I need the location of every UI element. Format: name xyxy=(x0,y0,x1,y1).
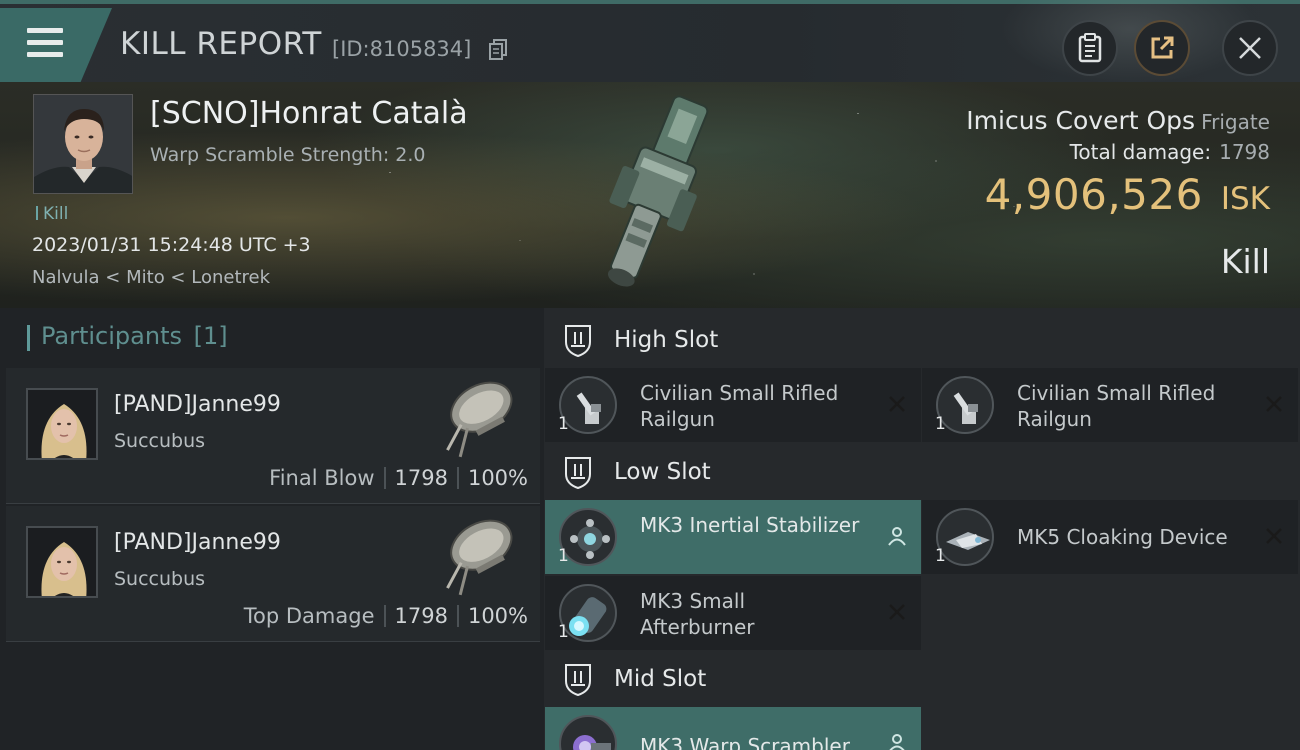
fitted-module[interactable]: 1 Civilian Small Rifled Railgun xyxy=(545,368,921,442)
destroyed-x-icon xyxy=(1266,396,1282,412)
kill-tag: Kill xyxy=(36,204,68,224)
module-quantity: 1 xyxy=(558,622,569,642)
slot-icon xyxy=(565,457,591,490)
kill-datetime: 2023/01/31 15:24:48 UTC +3 xyxy=(32,234,311,256)
high-slot-header: High Slot xyxy=(560,320,718,360)
participant-ship-image[interactable] xyxy=(430,510,526,602)
total-damage-label: Total damage: xyxy=(1069,140,1212,164)
victim-ship-class: Frigate xyxy=(1201,110,1270,134)
destroyed-x-icon xyxy=(889,604,905,620)
title-bar: KILL REPORT [ID:8105834] xyxy=(0,0,1300,84)
copy-icon[interactable] xyxy=(488,38,508,60)
module-name: MK5 Cloaking Device xyxy=(1017,525,1228,549)
participant-avatar xyxy=(26,388,98,460)
clipboard-icon xyxy=(1078,33,1102,63)
participant-percent: 100% xyxy=(467,466,528,490)
destroyed-x-icon xyxy=(889,396,905,412)
menu-button[interactable] xyxy=(0,8,112,82)
destroyed-x-icon xyxy=(1266,528,1282,544)
page-title: KILL REPORT xyxy=(120,26,322,62)
high-slot-label: High Slot xyxy=(614,327,719,353)
participants-header[interactable]: Participants [1] xyxy=(27,322,228,351)
low-slot-label: Low Slot xyxy=(614,459,711,485)
participant-damage: 1798 xyxy=(394,466,448,490)
module-name: MK3 Small Afterburner xyxy=(640,589,755,639)
participant-role: Final Blow xyxy=(269,466,375,490)
participant-name[interactable]: [PAND]Janne99 xyxy=(114,392,281,417)
module-quantity: 1 xyxy=(935,546,946,566)
close-icon xyxy=(1239,37,1261,59)
divider xyxy=(383,467,386,489)
low-slot-header: Low Slot xyxy=(560,452,711,492)
divider xyxy=(456,605,459,627)
report-button[interactable] xyxy=(1062,20,1118,76)
isk-unit: ISK xyxy=(1220,181,1270,217)
module-name: Civilian Small Rifled Railgun xyxy=(640,381,839,431)
participant-ship: Succubus xyxy=(114,430,206,452)
participant-stats: Top Damage 1798 100% xyxy=(244,604,528,628)
isk-amount: 4,906,526 xyxy=(984,170,1203,219)
share-icon xyxy=(1151,36,1174,59)
warp-scramble-strength: Warp Scramble Strength: 2.0 xyxy=(150,144,426,166)
share-button[interactable] xyxy=(1134,20,1190,76)
participant-damage: 1798 xyxy=(394,604,448,628)
participant-avatar xyxy=(26,526,98,598)
victim-portrait[interactable] xyxy=(33,94,133,194)
victim-panel: [SCNO]Honrat Català Warp Scramble Streng… xyxy=(0,82,1300,308)
victim-ship[interactable]: Imicus Covert Ops Frigate xyxy=(966,106,1270,135)
divider xyxy=(456,467,459,489)
participant-ship-image[interactable] xyxy=(430,372,526,464)
participant-row[interactable]: [PAND]Janne99 Succubus Top Damage 1798 100… xyxy=(6,506,540,642)
fitted-module[interactable]: 1 MK5 Cloaking Device xyxy=(922,500,1298,574)
fitted-module[interactable]: MK3 Warp Scrambler xyxy=(545,707,921,750)
fitted-module[interactable]: 1 MK3 Small Afterburner xyxy=(545,576,921,650)
participant-percent: 100% xyxy=(467,604,528,628)
mid-slot-label: Mid Slot xyxy=(614,666,707,692)
divider xyxy=(383,605,386,627)
result-label: Kill xyxy=(1220,242,1270,281)
total-damage-value: 1798 xyxy=(1219,140,1270,164)
participant-row[interactable]: [PAND]Janne99 Succubus Final Blow 1798 100… xyxy=(6,368,540,504)
participant-stats: Final Blow 1798 100% xyxy=(269,466,528,490)
isk-value: 4,906,526 ISK xyxy=(985,170,1270,219)
module-quantity: 1 xyxy=(935,414,946,434)
dropped-person-icon xyxy=(888,527,906,546)
kill-location[interactable]: Nalvula < Mito < Lonetrek xyxy=(32,267,270,288)
fitted-module[interactable]: 1 Civilian Small Rifled Railgun xyxy=(922,368,1298,442)
victim-ship-image[interactable] xyxy=(575,84,735,304)
participant-name[interactable]: [PAND]Janne99 xyxy=(114,530,281,555)
participant-role: Top Damage xyxy=(243,604,375,628)
mid-slot-header: Mid Slot xyxy=(560,659,706,699)
slot-icon xyxy=(565,664,591,697)
participants-count: [1] xyxy=(193,322,228,350)
module-quantity: 1 xyxy=(558,546,569,566)
module-name: Civilian Small Rifled Railgun xyxy=(1017,381,1216,431)
dropped-person-icon xyxy=(889,734,905,750)
hamburger-menu-icon xyxy=(27,28,63,58)
fitted-module[interactable]: 1 MK3 Inertial Stabilizer xyxy=(545,500,921,574)
victim-name[interactable]: [SCNO]Honrat Català xyxy=(150,96,468,131)
module-name: MK3 Warp Scrambler xyxy=(640,734,850,750)
module-icon xyxy=(559,715,617,750)
participant-ship: Succubus xyxy=(114,568,206,590)
module-quantity: 1 xyxy=(558,414,569,434)
participants-label: Participants xyxy=(41,322,182,350)
victim-ship-name: Imicus Covert Ops xyxy=(966,106,1196,135)
slot-icon xyxy=(565,325,591,358)
close-button[interactable] xyxy=(1222,20,1278,76)
title-bar-decoration xyxy=(1000,0,1260,84)
module-name: MK3 Inertial Stabilizer xyxy=(640,513,860,537)
total-damage: Total damage: 1798 xyxy=(1070,140,1270,164)
kill-report-id: [ID:8105834] xyxy=(332,37,472,61)
